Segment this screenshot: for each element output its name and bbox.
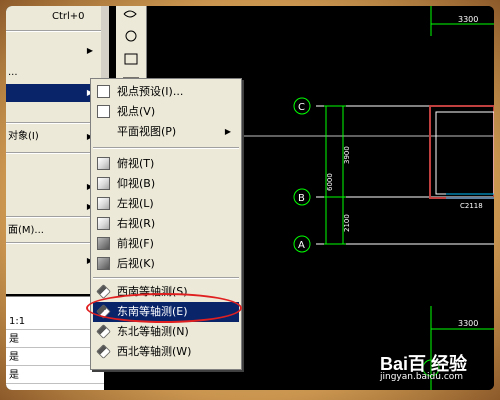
menu-item-label: 东北等轴测(N) — [117, 325, 189, 338]
menu-item-dots-label: ... — [8, 67, 18, 78]
menu-item-label: 视点预设(I)... — [117, 85, 184, 98]
watermark-url: jingyan.baidu.com — [380, 372, 464, 382]
menu-separator — [6, 122, 101, 124]
menu-item-viewpoint[interactable]: 视点(V) — [93, 102, 239, 122]
bottom-view-icon — [97, 177, 110, 190]
right-view-icon — [97, 217, 110, 230]
front-view-icon — [97, 237, 110, 250]
menu-item-label: 仰视(B) — [117, 177, 156, 190]
menu-item-label: 左视(L) — [117, 197, 154, 210]
3d-views-submenu: 视点预设(I)... 视点(V) 平面视图(P) ▶ 俯视(T) 仰视(B) 左… — [90, 78, 242, 370]
viewpoint-preset-icon — [97, 85, 110, 98]
cad-screenshot: 3300 3900 2100 6000 C B A C2118 3300 Ctr… — [6, 6, 494, 390]
menu-item-zoom[interactable]: Ctrl+0 — [6, 8, 101, 26]
menu-item-left-view[interactable]: 左视(L) — [93, 194, 239, 214]
menu-item-object-label: 对象(I) — [8, 131, 39, 142]
menu-item-right-view[interactable]: 右视(R) — [93, 214, 239, 234]
menu-item-submenu-4[interactable]: ▶ — [6, 178, 101, 196]
back-view-icon — [97, 257, 110, 270]
menu-separator — [93, 147, 239, 149]
dim-bottom: 3300 — [458, 319, 478, 328]
view-menu: Ctrl+0 ▶ ... ▶ 对象(I) ▶ ▶ ▶ — [6, 6, 102, 294]
menu-item-label: 右视(R) — [117, 217, 156, 230]
viewpoint-icon — [97, 105, 110, 118]
menu-item-plan-view[interactable]: 平面视图(P) ▶ — [93, 122, 239, 142]
dim-top: 3300 — [458, 15, 478, 24]
chevron-right-icon: ▶ — [86, 46, 93, 55]
window-tag: C2118 — [460, 202, 483, 210]
dim-3900: 3900 — [343, 146, 351, 164]
shortcut-text: Ctrl+0 — [52, 11, 85, 22]
menu-item-3d-views[interactable]: ▶ — [6, 84, 101, 102]
menu-item-dots[interactable]: ... — [6, 64, 101, 82]
menu-item-object[interactable]: 对象(I) ▶ — [6, 128, 101, 146]
nw-isometric-icon — [96, 344, 111, 359]
dim-2100: 2100 — [343, 214, 351, 232]
menu-item-label: 前视(F) — [117, 237, 154, 250]
menu-item-label: 俯视(T) — [117, 157, 155, 170]
menu-item-label: 平面视图(P) — [117, 125, 177, 138]
chevron-right-icon: ▶ — [224, 127, 231, 136]
menu-separator — [93, 277, 239, 279]
menu-item-face-label: 面(M)... — [8, 225, 44, 236]
menu-item-submenu-1[interactable]: ▶ — [6, 42, 101, 60]
axis-a: A — [298, 240, 305, 251]
ne-isometric-icon — [96, 324, 111, 339]
top-view-icon — [97, 157, 110, 170]
menu-item-back-view[interactable]: 后视(K) — [93, 254, 239, 274]
toolbar-icons[interactable] — [116, 6, 146, 86]
menu-item-nw-isometric[interactable]: 西北等轴测(W) — [93, 342, 239, 362]
menu-separator — [6, 216, 101, 218]
menu-separator — [6, 242, 101, 244]
menu-item-viewpoint-preset[interactable]: 视点预设(I)... — [93, 82, 239, 102]
menu-item-label: 视点(V) — [117, 105, 156, 118]
menu-separator — [6, 152, 101, 154]
menu-separator — [6, 30, 101, 32]
tutorial-frame: 3300 3900 2100 6000 C B A C2118 3300 Ctr… — [0, 0, 500, 400]
menu-item-submenu-5[interactable]: ▶ — [6, 198, 101, 216]
dim-6000: 6000 — [326, 173, 334, 191]
axis-c: C — [298, 102, 305, 113]
menu-item-face[interactable]: 面(M)... — [6, 222, 101, 240]
menu-item-label: 西北等轴测(W) — [117, 345, 192, 358]
menu-item-top-view[interactable]: 俯视(T) — [93, 154, 239, 174]
menu-item-label: 后视(K) — [117, 257, 155, 270]
highlight-annotation — [86, 293, 242, 323]
axis-b: B — [298, 193, 305, 204]
menu-item-front-view[interactable]: 前视(F) — [93, 234, 239, 254]
menu-item-submenu-7[interactable]: ▶ — [6, 252, 101, 270]
left-view-icon — [97, 197, 110, 210]
watermark: Bai百 经验 jingyan.baidu.com — [380, 350, 490, 390]
draw-toolbar — [116, 6, 147, 86]
menu-item-bottom-view[interactable]: 仰视(B) — [93, 174, 239, 194]
menu-item-ne-isometric[interactable]: 东北等轴测(N) — [93, 322, 239, 342]
